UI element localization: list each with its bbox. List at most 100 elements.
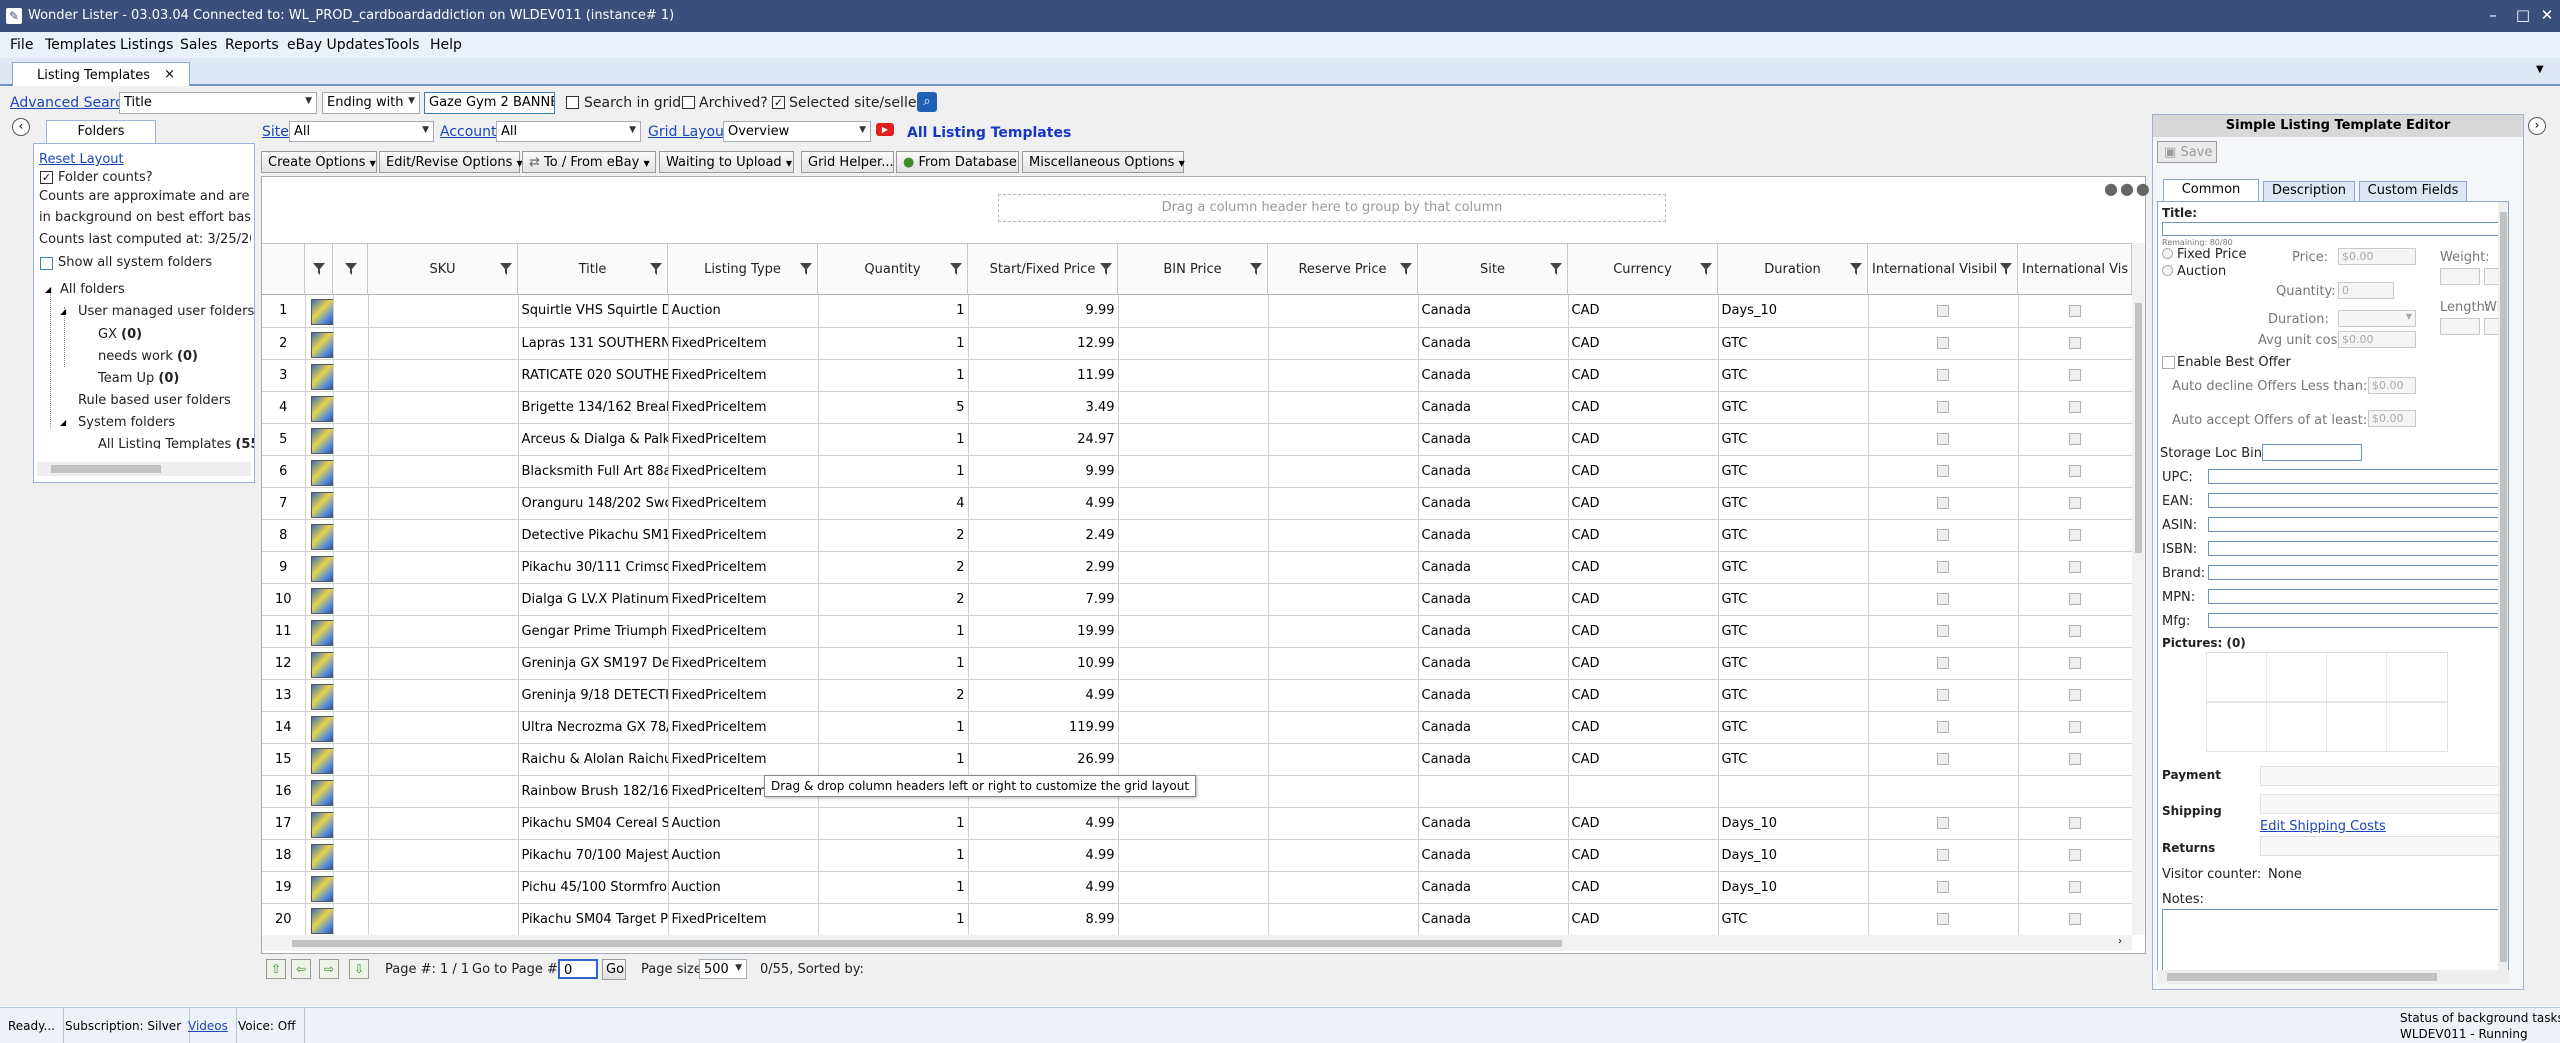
title-cell[interactable]: Arceus & Dialga & Palki (518, 423, 669, 456)
checkbox[interactable] (2069, 689, 2081, 701)
site-cell[interactable]: Canada (1418, 519, 1569, 552)
title-cell[interactable]: RATICATE 020 SOUTHER (518, 359, 669, 392)
international-visibility-2-cell[interactable] (2018, 551, 2132, 584)
bin-price-cell[interactable] (1118, 647, 1269, 680)
scrollbar-thumb[interactable] (2167, 973, 2437, 981)
title-cell[interactable]: Rainbow Brush 182/168 (518, 775, 669, 808)
title-cell[interactable]: Dialga G LV.X Platinum (518, 583, 669, 616)
sku-cell[interactable] (368, 903, 519, 935)
card-thumbnail[interactable] (305, 615, 334, 648)
currency-cell[interactable]: CAD (1568, 455, 1719, 488)
length-input[interactable] (2440, 318, 2480, 335)
international-visibility-cell[interactable] (1868, 359, 2019, 392)
card-thumbnail[interactable] (305, 711, 334, 744)
bin-price-cell[interactable] (1118, 551, 1269, 584)
price-cell[interactable]: 4.99 (968, 807, 1119, 840)
menu-help[interactable]: Help (430, 37, 462, 53)
checkbox[interactable] (1937, 913, 1949, 925)
bin-price-cell[interactable] (1118, 871, 1269, 904)
grid-hscrollbar[interactable]: › (262, 935, 2132, 951)
title-cell[interactable]: Gengar Prime Triumpha (518, 615, 669, 648)
blank-cell[interactable] (333, 839, 369, 872)
filter-icon[interactable] (345, 263, 357, 275)
collapse-triangle-icon[interactable]: ◢ (45, 285, 51, 294)
tree-rule-based[interactable]: Rule based user folders (78, 393, 231, 408)
checkbox[interactable] (2069, 433, 2081, 445)
site-cell[interactable]: Canada (1418, 647, 1569, 680)
collapse-triangle-icon[interactable]: ◢ (60, 418, 66, 427)
site-cell[interactable]: Canada (1418, 391, 1569, 424)
international-visibility-cell[interactable] (1868, 295, 2019, 328)
checkbox[interactable] (1937, 433, 1949, 445)
price-cell[interactable]: 11.99 (968, 359, 1119, 392)
row-number[interactable]: 2 (262, 327, 306, 360)
payment-box[interactable] (2260, 766, 2508, 786)
listing-type-cell[interactable]: FixedPriceItem (668, 391, 819, 424)
international-visibility-cell[interactable] (1868, 455, 2019, 488)
table-row[interactable]: 17 Pikachu SM04 Cereal SM Auction 1 4.99 Cana… (262, 807, 2132, 840)
previous-page-icon[interactable]: ⇦ (291, 959, 311, 979)
sku-cell[interactable] (368, 423, 519, 456)
scroll-right-icon[interactable]: › (2118, 936, 2122, 947)
listing-type-cell[interactable]: FixedPriceItem (668, 615, 819, 648)
site-cell[interactable]: Canada (1418, 327, 1569, 360)
search-field-select[interactable]: Title ▼ (119, 92, 317, 114)
card-thumbnail[interactable] (305, 391, 334, 424)
card-thumbnail[interactable] (305, 327, 334, 360)
asin-input[interactable] (2208, 517, 2508, 532)
table-row[interactable]: 9 Pikachu 30/111 Crimson FixedPriceItem 2 2.… (262, 551, 2132, 584)
quantity-cell[interactable]: 2 (818, 519, 969, 552)
listing-type-cell[interactable]: Auction (668, 807, 819, 840)
tab-listing-templates[interactable]: Listing Templates × (12, 62, 190, 86)
avg-cost-input[interactable]: $0.00 (2338, 331, 2416, 348)
title-cell[interactable]: Pikachu 30/111 Crimson (518, 551, 669, 584)
checkbox[interactable] (1937, 689, 1949, 701)
sku-cell[interactable] (368, 711, 519, 744)
checkbox[interactable] (1937, 817, 1949, 829)
quantity-cell[interactable]: 1 (818, 711, 969, 744)
duration-cell[interactable]: GTC (1718, 551, 1869, 584)
site-cell[interactable]: Canada (1418, 871, 1569, 904)
currency-cell[interactable]: CAD (1568, 743, 1719, 776)
card-thumbnail[interactable] (305, 679, 334, 712)
column-header-international-visibility[interactable]: International Visibil (1868, 244, 2018, 296)
reserve-price-cell[interactable] (1268, 775, 1419, 808)
sku-cell[interactable] (368, 359, 519, 392)
site-cell[interactable] (1418, 775, 1569, 808)
column-header-quantity[interactable]: Quantity (818, 244, 968, 296)
checkbox[interactable] (1937, 625, 1949, 637)
international-visibility-2-cell[interactable] (2018, 327, 2132, 360)
editor-collapse-icon[interactable]: › (2528, 117, 2546, 135)
bin-price-cell[interactable] (1118, 455, 1269, 488)
bin-price-cell[interactable] (1118, 487, 1269, 520)
listing-type-cell[interactable]: FixedPriceItem (668, 359, 819, 392)
international-visibility-2-cell[interactable] (2018, 711, 2132, 744)
quantity-cell[interactable]: 1 (818, 295, 969, 328)
duration-cell[interactable]: GTC (1718, 743, 1869, 776)
international-visibility-cell[interactable] (1868, 711, 2019, 744)
price-cell[interactable]: 10.99 (968, 647, 1119, 680)
grid-layout-select[interactable]: Overview ▼ (723, 121, 871, 142)
duration-cell[interactable] (1718, 775, 1869, 808)
visitor-counter-value[interactable]: None (2268, 867, 2302, 882)
reserve-price-cell[interactable] (1268, 679, 1419, 712)
grid-options-icon[interactable]: ●●● (2104, 179, 2152, 198)
sku-cell[interactable] (368, 519, 519, 552)
checkbox[interactable] (2069, 561, 2081, 573)
listing-type-cell[interactable]: FixedPriceItem (668, 551, 819, 584)
duration-cell[interactable]: Days_10 (1718, 295, 1869, 328)
column-header-title[interactable]: Title (518, 244, 668, 296)
tree-user-managed[interactable]: User managed user folders (78, 304, 254, 319)
table-row[interactable]: 10 Dialga G LV.X Platinum FixedPriceItem 2 7… (262, 583, 2132, 616)
card-thumbnail[interactable] (305, 583, 334, 616)
listing-type-cell[interactable]: FixedPriceItem (668, 519, 819, 552)
folder-tree-hscrollbar[interactable] (37, 462, 251, 476)
blank-cell[interactable] (333, 327, 369, 360)
listing-type-cell[interactable]: FixedPriceItem (668, 327, 819, 360)
title-cell[interactable]: Pikachu SM04 Cereal SM (518, 807, 669, 840)
sku-cell[interactable] (368, 327, 519, 360)
currency-cell[interactable]: CAD (1568, 839, 1719, 872)
listing-type-cell[interactable]: Auction (668, 295, 819, 328)
checkbox[interactable] (1937, 881, 1949, 893)
blank-cell[interactable] (333, 583, 369, 616)
